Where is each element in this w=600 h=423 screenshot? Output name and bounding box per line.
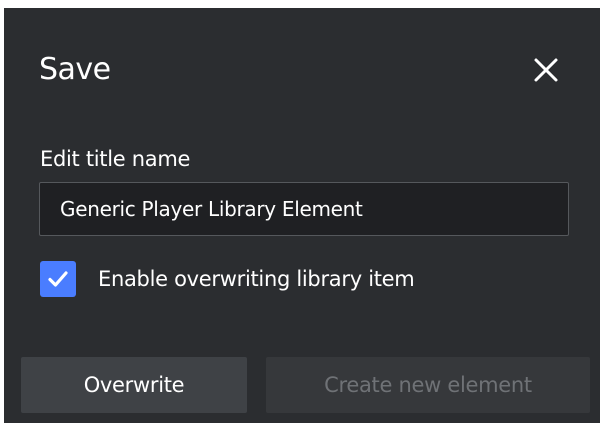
close-icon [534, 58, 558, 82]
create-new-element-button: Create new element [266, 357, 590, 413]
overwrite-checkbox[interactable] [40, 261, 76, 297]
screen-frame: Save Edit title name Enable overwriting … [0, 0, 600, 423]
overwrite-button[interactable]: Overwrite [21, 357, 247, 413]
overwrite-checkbox-row[interactable]: Enable overwriting library item [40, 259, 415, 299]
title-name-input[interactable] [39, 182, 569, 236]
dialog-title: Save [39, 52, 111, 87]
save-dialog: Save Edit title name Enable overwriting … [4, 8, 600, 423]
overwrite-checkbox-label: Enable overwriting library item [98, 267, 415, 291]
checkmark-icon [48, 271, 68, 287]
title-field-label: Edit title name [40, 147, 191, 171]
close-button[interactable] [526, 50, 566, 90]
